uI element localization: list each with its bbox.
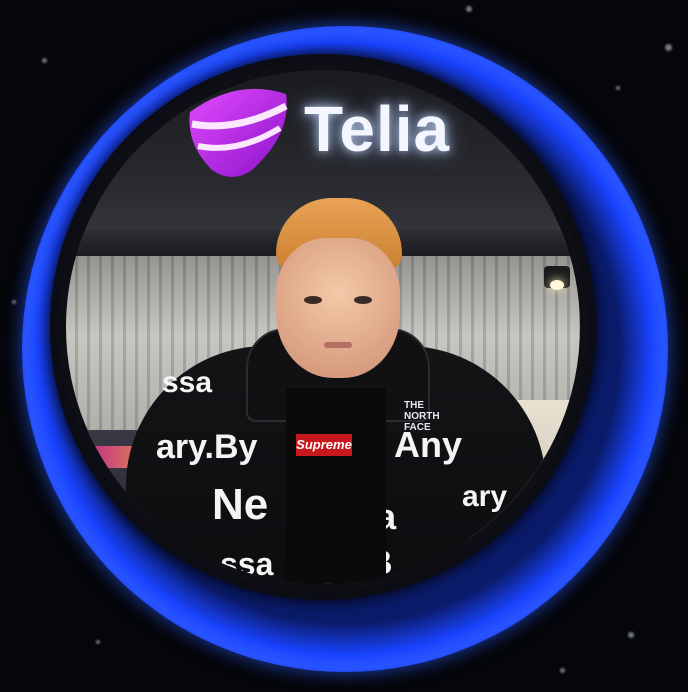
- star: [12, 300, 16, 304]
- spotlight-lamp: [544, 266, 570, 290]
- right-eye: [354, 296, 372, 304]
- telia-sign-text: Telia: [304, 93, 451, 165]
- jacket-print: Ne: [212, 480, 269, 529]
- star: [628, 632, 634, 638]
- jacket-print: ssa: [220, 546, 274, 582]
- jacket-print: ary: [462, 480, 508, 513]
- supreme-box-logo: Supreme: [296, 434, 352, 456]
- star: [560, 668, 565, 673]
- left-eye: [304, 296, 322, 304]
- star: [466, 6, 472, 12]
- north-face-logo: THE NORTH FACE: [404, 400, 440, 433]
- star: [665, 44, 672, 51]
- jacket-print: ary.By: [156, 428, 258, 466]
- jacket-print: ssa: [162, 366, 213, 399]
- black-shirt: [286, 388, 386, 584]
- face: [276, 238, 400, 378]
- star: [42, 58, 47, 63]
- mouth: [324, 342, 352, 348]
- profile-photo: Telia ssa ary.By Any Ne essa ary ssa y. …: [66, 70, 580, 584]
- telia-logo-icon: [189, 88, 288, 177]
- star: [96, 640, 100, 644]
- person: ssa ary.By Any Ne essa ary ssa y. B Supr…: [126, 198, 546, 584]
- star: [616, 86, 620, 90]
